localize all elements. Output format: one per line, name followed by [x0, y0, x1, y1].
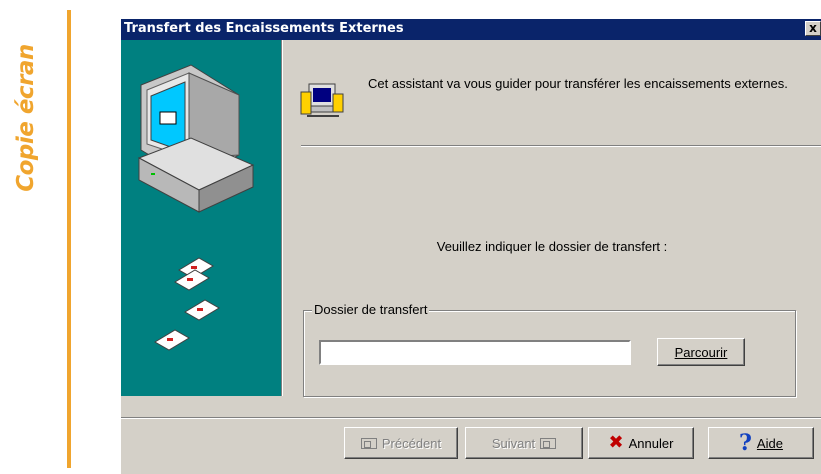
- previous-button[interactable]: Précédent: [344, 427, 458, 459]
- back-icon: [360, 437, 377, 449]
- wizard-dialog: Transfert des Encaissements Externes x C…: [121, 19, 821, 474]
- previous-label: Précédent: [381, 435, 442, 451]
- floppy-disk-icon: [154, 257, 220, 351]
- side-panel-art: [137, 64, 255, 351]
- separator: [301, 145, 821, 147]
- intro-text: Cet assistant va vous guider pour transf…: [368, 76, 788, 91]
- help-label: Aide: [756, 435, 783, 451]
- cancel-label: Annuler: [628, 435, 674, 451]
- wizard-content: Cet assistant va vous guider pour transf…: [283, 40, 821, 397]
- transfer-folder-group: Dossier de transfert Parcourir: [303, 302, 796, 397]
- group-label: Dossier de transfert: [312, 302, 430, 317]
- help-button[interactable]: ? Aide: [708, 427, 814, 459]
- forward-icon: [540, 437, 557, 449]
- cancel-button[interactable]: ✖ Annuler: [588, 427, 694, 459]
- help-question-icon: ?: [739, 430, 752, 456]
- watermark-text: Copie écran: [13, 44, 39, 192]
- browse-button[interactable]: Parcourir: [657, 338, 745, 366]
- cancel-x-icon: ✖: [608, 432, 624, 453]
- computer-icon: [137, 64, 255, 213]
- prompt-text: Veuillez indiquer le dossier de transfer…: [436, 239, 668, 254]
- wizard-side-panel: [121, 40, 281, 396]
- window-title: Transfert des Encaissements Externes: [124, 21, 404, 36]
- close-icon: x: [809, 21, 817, 35]
- close-button[interactable]: x: [805, 21, 821, 36]
- title-bar[interactable]: Transfert des Encaissements Externes x: [121, 19, 821, 40]
- accent-divider: [67, 10, 71, 468]
- wizard-icon: [300, 83, 344, 117]
- footer-separator: [121, 417, 821, 419]
- transfer-folder-input[interactable]: [319, 340, 631, 365]
- browse-label: Parcourir: [674, 344, 728, 360]
- watermark-label: Copie écran: [4, 14, 52, 224]
- next-label: Suivant: [491, 435, 536, 451]
- next-button[interactable]: Suivant: [465, 427, 583, 459]
